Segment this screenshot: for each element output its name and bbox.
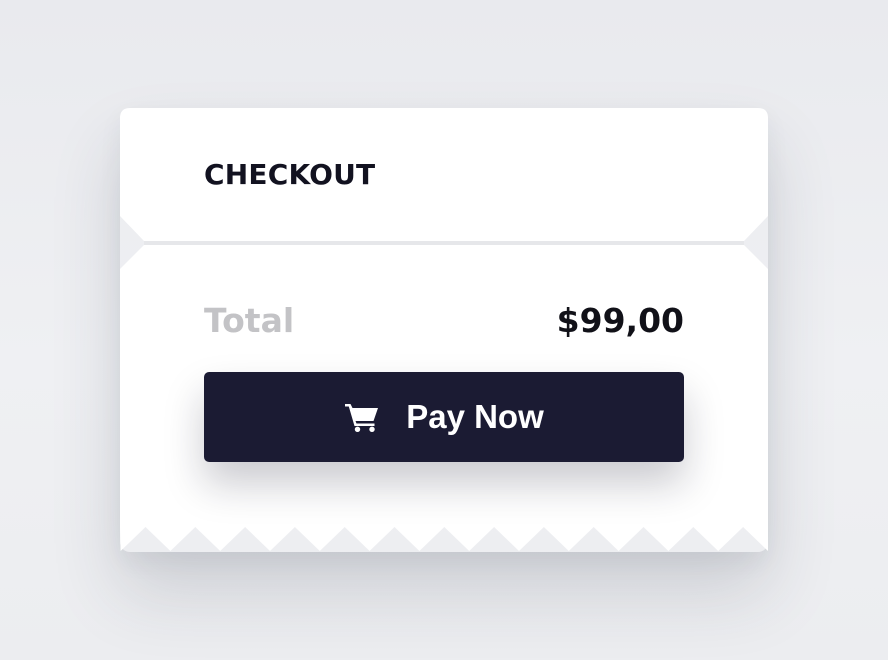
checkout-title: CHECKOUT — [204, 158, 376, 191]
receipt-divider — [144, 241, 744, 245]
shopping-cart-icon — [345, 404, 379, 432]
total-amount: $99,00 — [556, 301, 684, 340]
pay-now-label: Pay Now — [406, 398, 544, 435]
pay-now-button[interactable]: Pay Now — [204, 372, 684, 462]
checkout-stage: CHECKOUT Total $99,00 Pay Now — [0, 0, 888, 660]
total-label: Total — [204, 301, 295, 340]
receipt-card — [120, 108, 768, 551]
